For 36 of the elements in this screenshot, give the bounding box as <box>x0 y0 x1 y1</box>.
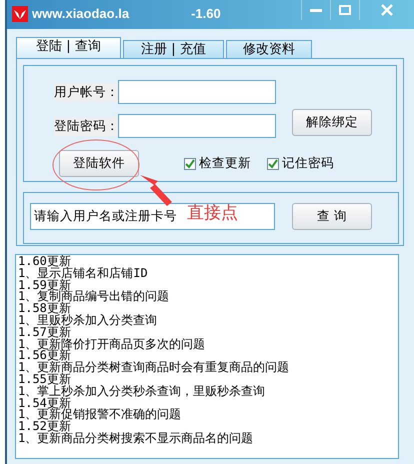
changelog-line: 1、更新降价打开商品页多次的问题 <box>18 338 206 350</box>
login-button[interactable]: 登陆软件 <box>59 150 139 177</box>
tab[interactable]: 登陆 | 查询 <box>16 37 121 58</box>
changelog-line: 1、显示店铺名和店铺ID <box>18 268 149 280</box>
password-field[interactable] <box>118 114 276 138</box>
query-button[interactable]: 查 询 <box>292 203 372 230</box>
checkbox[interactable] <box>267 158 279 170</box>
annotation-text: 直接点 <box>187 202 238 224</box>
checkbox[interactable] <box>184 158 196 170</box>
changelog-line: 1.58更新 <box>18 303 71 315</box>
maximize-icon <box>339 5 351 15</box>
changelog-line: 1、里贩秒杀加入分类查询 <box>18 314 158 327</box>
changelog-line: 1.56更新 <box>18 350 71 362</box>
changelog-line: 1、更新商品分类树搜索不显示商品名的问题 <box>18 432 254 445</box>
changelog-line: 1、复制商品编号出错的问题 <box>18 291 170 304</box>
changelog-line: 1.59更新 <box>18 280 71 292</box>
changelog-line: 1、更新商品分类树查询商品时会有重复商品的问题 <box>18 362 290 374</box>
window-title: www.xiaodao.la <box>32 6 130 21</box>
arrow-icon <box>140 175 172 206</box>
account-field[interactable] <box>118 80 276 104</box>
changelog-line: 1.60更新 <box>18 256 71 268</box>
changelog-line: 1.54更新 <box>18 398 71 410</box>
checkbox-label: 检查更新 <box>199 155 251 172</box>
changelog-line: 1.52更新 <box>18 421 71 433</box>
minimize-icon <box>310 8 322 12</box>
unbind-button[interactable]: 解除绑定 <box>292 109 372 136</box>
tab[interactable]: 修改资料 <box>226 40 312 58</box>
changelog-line: 1.57更新 <box>18 326 71 339</box>
app-logo-icon <box>12 6 28 22</box>
tab[interactable]: 注册 | 充值 <box>123 40 224 58</box>
changelog-line: 1.55更新 <box>18 374 71 386</box>
changelog-line: 1、更新促销报警不准确的问题 <box>18 409 182 422</box>
version-label: -1.60 <box>191 6 221 21</box>
close-icon <box>381 4 393 16</box>
changelog-line: 1、掌上秒杀加入分类秒杀查询，里贩秒杀查询 <box>18 386 266 398</box>
checkbox-label: 记住密码 <box>282 155 334 172</box>
